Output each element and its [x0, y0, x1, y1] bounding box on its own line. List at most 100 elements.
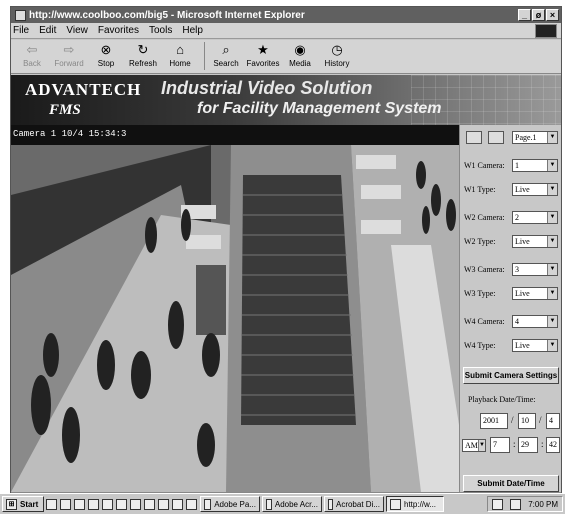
- minute-input[interactable]: 29: [518, 437, 538, 453]
- back-button[interactable]: ⇦ Back: [15, 42, 49, 72]
- refresh-icon: ↻: [137, 42, 149, 57]
- stop-button[interactable]: ⊗ Stop: [89, 42, 123, 72]
- chevron-down-icon: ▼: [547, 160, 557, 171]
- single-layout-button[interactable]: [466, 131, 482, 144]
- w4-type-select[interactable]: Live ▼: [512, 339, 558, 352]
- speaker-icon[interactable]: [492, 498, 504, 510]
- w4-camera-select[interactable]: 4 ▼: [512, 315, 558, 328]
- chevron-down-icon: ▼: [547, 288, 557, 299]
- chevron-down-icon: ▼: [547, 132, 557, 143]
- home-icon: ⌂: [176, 42, 184, 57]
- quicklaunch-app-icon[interactable]: [88, 498, 99, 510]
- forward-icon: ⇨: [63, 42, 75, 57]
- quicklaunch-app3-icon[interactable]: [116, 498, 127, 510]
- title-bar: http://www.coolboo.com/big5 - Microsoft …: [11, 7, 561, 23]
- favorites-icon: ★: [257, 42, 269, 57]
- history-button[interactable]: ◷ History: [320, 42, 354, 72]
- app-icon: [266, 498, 272, 510]
- month-input[interactable]: 10: [518, 413, 536, 429]
- chevron-down-icon: ▼: [547, 184, 557, 195]
- w1-camera-row: W1 Camera: 1 ▼: [464, 159, 560, 172]
- page-banner: ADVANTECH FMS Industrial Video Solution …: [11, 75, 561, 125]
- page-select[interactable]: Page.1 ▼: [512, 131, 558, 144]
- w1-type-select[interactable]: Live ▼: [512, 183, 558, 196]
- submit-camera-settings-button[interactable]: Submit Camera Settings: [463, 367, 559, 384]
- media-button[interactable]: ◉ Media: [283, 42, 317, 72]
- w1-type-row: W1 Type: Live ▼: [464, 183, 560, 196]
- w2-type-select[interactable]: Live ▼: [512, 235, 558, 248]
- w2-camera-row: W2 Camera: 2 ▼: [464, 211, 560, 224]
- task-adobe-acr[interactable]: Adobe Acr...: [262, 496, 322, 512]
- w3-camera-row: W3 Camera: 3 ▼: [464, 263, 560, 276]
- menu-tools[interactable]: Tools: [149, 25, 172, 36]
- w3-camera-select[interactable]: 3 ▼: [512, 263, 558, 276]
- camera-video-view[interactable]: Camera 1 10/4 15:34:3: [11, 125, 459, 492]
- quicklaunch-app5-icon[interactable]: [158, 498, 169, 510]
- chevron-down-icon: ▼: [547, 212, 557, 223]
- home-button[interactable]: ⌂ Home: [163, 42, 197, 72]
- minimize-button[interactable]: _: [518, 9, 531, 21]
- menu-bar: File Edit View Favorites Tools Help: [11, 23, 561, 39]
- banner-subtitle: for Facility Management System: [197, 100, 442, 117]
- menu-view[interactable]: View: [66, 25, 88, 36]
- task-ie-browser[interactable]: http://w...: [386, 496, 444, 512]
- w1-camera-select[interactable]: 1 ▼: [512, 159, 558, 172]
- advantech-logo: ADVANTECH: [25, 80, 142, 99]
- maximize-button[interactable]: ø: [532, 9, 545, 21]
- window-title: http://www.coolboo.com/big5 - Microsoft …: [29, 9, 305, 21]
- ie-icon: [390, 498, 401, 510]
- ie-icon: [15, 9, 26, 21]
- quicklaunch-outlook-icon[interactable]: [60, 498, 71, 510]
- menu-favorites[interactable]: Favorites: [98, 25, 139, 36]
- chevron-down-icon: ▼: [547, 340, 557, 351]
- chevron-down-icon: ▼: [477, 440, 485, 451]
- search-icon: ⌕: [222, 42, 230, 57]
- submit-datetime-settings-button[interactable]: Submit Date/Time Settings: [463, 475, 559, 503]
- history-icon: ◷: [331, 42, 343, 57]
- day-input[interactable]: 4: [546, 413, 560, 429]
- w2-camera-select[interactable]: 2 ▼: [512, 211, 558, 224]
- clock[interactable]: 7:00 PM: [528, 500, 558, 509]
- taskbar: ⊞ Start Adobe Pa... Adobe Acr... Acrobat …: [0, 493, 565, 514]
- second-input[interactable]: 42: [546, 437, 560, 453]
- quicklaunch-app4-icon[interactable]: [130, 498, 141, 510]
- w3-type-select[interactable]: Live ▼: [512, 287, 558, 300]
- toolbar: ⇦ Back ⇨ Forward ⊗ Stop ↻ Refresh ⌂ Home ⌕ Sea…: [11, 40, 561, 74]
- back-icon: ⇦: [26, 42, 38, 57]
- fms-logo: FMS: [49, 102, 81, 118]
- refresh-button[interactable]: ↻ Refresh: [126, 42, 160, 72]
- quad-layout-button[interactable]: [488, 131, 504, 144]
- playback-label: Playback Date/Time:: [468, 395, 536, 404]
- chevron-down-icon: ▼: [547, 236, 557, 247]
- close-button[interactable]: ×: [546, 9, 559, 21]
- banner-title: Industrial Video Solution: [161, 78, 373, 98]
- camera-control-panel: Page.1 ▼ W1 Camera: 1 ▼ W1 Type: Live ▼ W2 Ca…: [459, 125, 561, 503]
- ampm-select[interactable]: AM ▼: [462, 439, 486, 452]
- quicklaunch-word-icon[interactable]: [144, 498, 155, 510]
- network-icon[interactable]: [510, 498, 522, 510]
- windows-logo-icon: [535, 24, 557, 38]
- quicklaunch-ie-icon[interactable]: [46, 498, 57, 510]
- hour-input[interactable]: 7: [490, 437, 510, 453]
- menu-edit[interactable]: Edit: [39, 25, 56, 36]
- favorites-button[interactable]: ★ Favorites: [246, 42, 280, 72]
- search-button[interactable]: ⌕ Search: [209, 42, 243, 72]
- app-icon: [328, 498, 333, 510]
- system-tray: 7:00 PM: [487, 496, 563, 512]
- media-icon: ◉: [294, 42, 306, 57]
- start-button[interactable]: ⊞ Start: [2, 496, 44, 512]
- menu-file[interactable]: File: [13, 25, 29, 36]
- task-acrobat-di[interactable]: Acrobat Di...: [324, 496, 384, 512]
- task-adobe-pa[interactable]: Adobe Pa...: [200, 496, 260, 512]
- quicklaunch-app2-icon[interactable]: [102, 498, 113, 510]
- menu-help[interactable]: Help: [182, 25, 203, 36]
- camera-overlay-label: Camera 1 10/4 15:34:3: [13, 129, 127, 139]
- quicklaunch-desktop-icon[interactable]: [74, 498, 85, 510]
- quicklaunch-app6-icon[interactable]: [172, 498, 183, 510]
- w4-type-row: W4 Type: Live ▼: [464, 339, 560, 352]
- forward-button[interactable]: ⇨ Forward: [52, 42, 86, 72]
- chevron-down-icon: ▼: [547, 264, 557, 275]
- year-input[interactable]: 2001: [480, 413, 508, 429]
- stop-icon: ⊗: [100, 42, 112, 57]
- quicklaunch-app7-icon[interactable]: [186, 498, 197, 510]
